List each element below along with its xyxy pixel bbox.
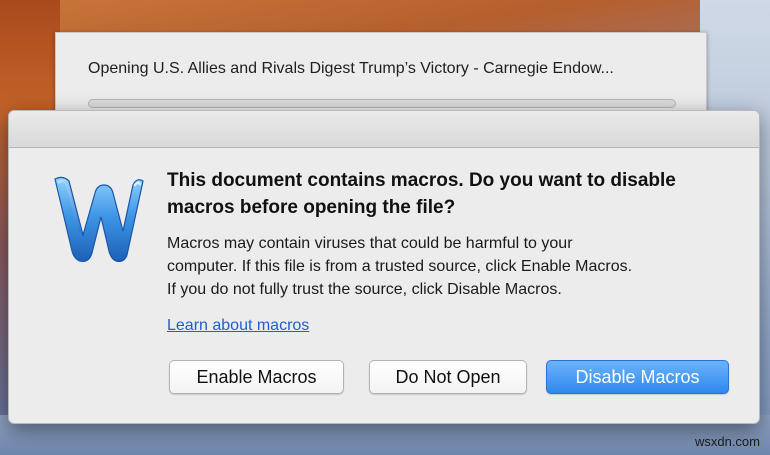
learn-about-macros-link[interactable]: Learn about macros [167,317,309,335]
word-icon [54,176,144,262]
progress-bar [88,99,676,108]
dialog-message-line: If you do not fully trust the source, cl… [167,281,562,298]
do-not-open-button[interactable]: Do Not Open [369,360,527,394]
dialog-titlebar[interactable] [9,111,759,148]
watermark-text: wsxdn.com [694,434,760,449]
enable-macros-button[interactable]: Enable Macros [169,360,344,394]
macro-warning-dialog: This document contains macros. Do you wa… [8,110,760,424]
dialog-message: Macros may contain viruses that could be… [167,232,737,301]
dialog-message-line: Macros may contain viruses that could be… [167,235,573,252]
opening-file-title: Opening U.S. Allies and Rivals Digest Tr… [88,60,614,77]
dialog-heading: This document contains macros. Do you wa… [167,170,676,218]
dialog-message-line: computer. If this file is from a trusted… [167,258,633,275]
disable-macros-button[interactable]: Disable Macros [546,360,729,394]
